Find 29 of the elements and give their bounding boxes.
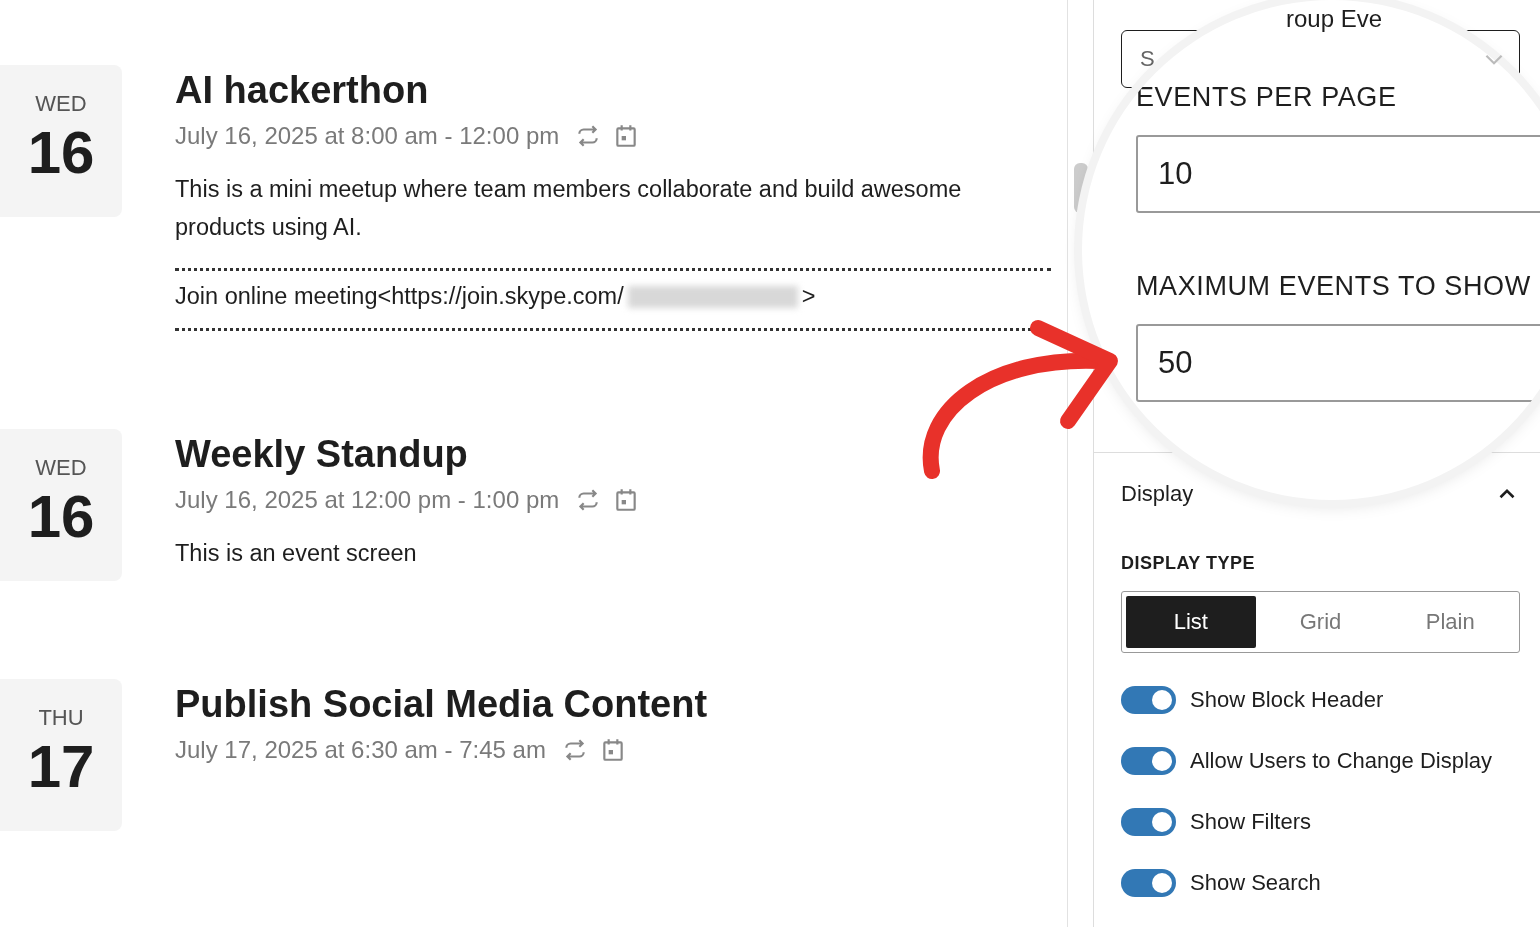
weekday: WED [35, 91, 87, 117]
toggle-label: Show Filters [1190, 809, 1312, 835]
weekday: WED [35, 455, 87, 481]
field-label: DISPLAY TYPE [1121, 553, 1257, 574]
toggle-label: Allow Users to Change Display [1190, 748, 1493, 774]
event-title[interactable]: Weekly Standup [175, 433, 468, 476]
number-field[interactable]: 10 [1136, 135, 1540, 213]
event-description: This is an event screen [175, 539, 418, 568]
link-bracket: > [801, 283, 816, 310]
day-number: 16 [27, 123, 95, 183]
meeting-link-text[interactable]: Join online meeting<https://join.skype.com/ [175, 283, 624, 310]
event-title[interactable]: AI hackerthon [175, 69, 429, 112]
segment-option[interactable]: List [1126, 596, 1256, 648]
day-number: 17 [27, 737, 95, 797]
panel-title[interactable]: Display [1121, 481, 1194, 507]
event-title[interactable]: Publish Social Media Content [175, 683, 708, 726]
day-number: 16 [27, 487, 95, 547]
section-heading: roup Eve [1286, 6, 1383, 32]
event-datetime: July 17, 2025 at 6:30 am - 7:45 am [175, 736, 546, 764]
event-datetime: July 16, 2025 at 12:00 pm - 1:00 pm [175, 486, 560, 514]
segment-option[interactable]: Plain [1385, 596, 1515, 648]
toggle-label: Show Search [1190, 870, 1321, 896]
weekday: THU [38, 705, 84, 731]
segment-option[interactable]: Grid [1255, 596, 1386, 648]
field-label: MAXIMUM EVENTS TO SHOW [1136, 271, 1532, 302]
event-description: This is a mini meetup where team members collaborate and build awesome products using AI. [175, 175, 963, 242]
event-datetime: July 16, 2025 at 8:00 am - 12:00 pm [175, 122, 560, 150]
number-field[interactable]: 50 [1136, 324, 1540, 402]
toggle-label: Show Block Header [1190, 687, 1384, 713]
